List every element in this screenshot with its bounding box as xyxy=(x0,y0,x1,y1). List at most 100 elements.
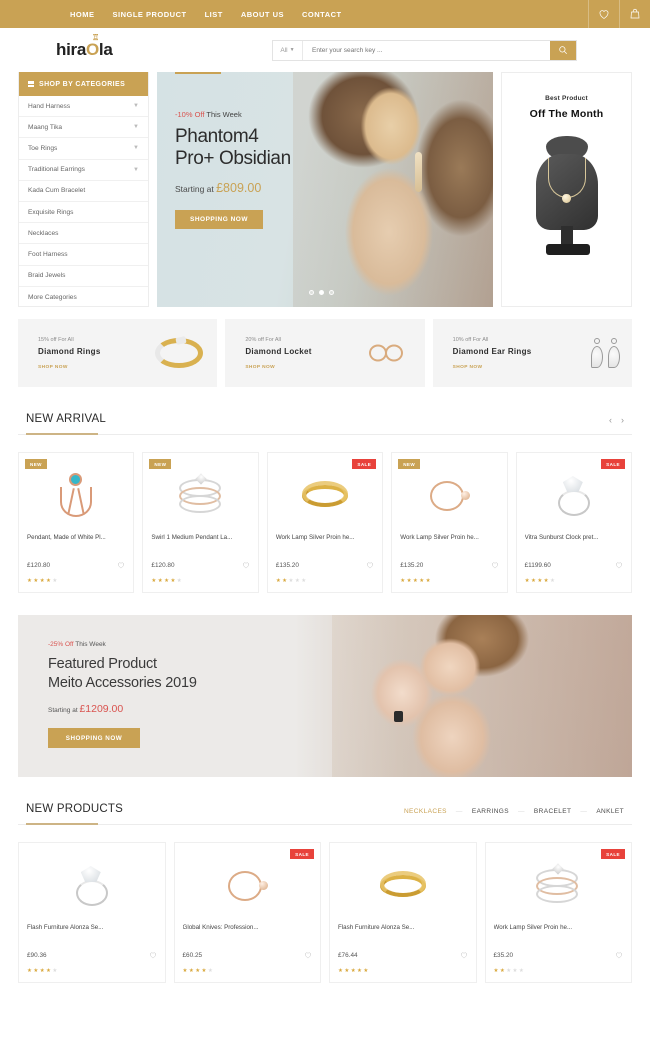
rating-star: ★ xyxy=(363,968,369,974)
product-name[interactable]: Vitra Sunburst Clock pret... xyxy=(525,533,623,551)
tab-earrings[interactable]: EARRINGS xyxy=(472,808,509,815)
product-image[interactable] xyxy=(19,849,165,923)
chevron-down-icon: ▼ xyxy=(133,145,139,152)
nav-item-contact[interactable]: CONTACT xyxy=(302,10,342,19)
nav-item-about-us[interactable]: ABOUT US xyxy=(241,10,284,19)
product-card[interactable]: NEW Work Lamp Silver Proin he... £135.20… xyxy=(391,452,508,593)
nav-item-single-product[interactable]: SINGLE PRODUCT xyxy=(113,10,187,19)
search-category-select[interactable]: All ▼ xyxy=(273,40,303,60)
tab-necklaces[interactable]: NECKLACES xyxy=(404,808,447,815)
add-to-wishlist-icon[interactable] xyxy=(149,946,157,964)
product-image[interactable] xyxy=(175,849,321,923)
product-name[interactable]: Work Lamp Silver Proin he... xyxy=(276,533,374,551)
rating-star: ★ xyxy=(518,968,525,974)
next-arrow-icon[interactable]: › xyxy=(621,415,624,425)
sidebar-item-more-categories[interactable]: More Categories xyxy=(19,287,148,308)
title-underline xyxy=(26,433,98,435)
product-name[interactable]: Global Knives: Profession... xyxy=(183,923,313,941)
sidebar-item-hand-harness[interactable]: Hand Harness ▼ xyxy=(19,96,148,118)
product-name[interactable]: Flash Furniture Alonza Se... xyxy=(27,923,157,941)
featured-product-banner[interactable]: -25% Off This Week Featured Product Meit… xyxy=(18,615,632,777)
prev-arrow-icon[interactable]: ‹ xyxy=(609,415,612,425)
featured-title-line1: Featured Product xyxy=(48,656,157,672)
hero-shop-button[interactable]: SHOPPING NOW xyxy=(175,210,263,229)
promo-shop-now-link[interactable]: SHOP NOW xyxy=(453,365,532,370)
add-to-wishlist-icon[interactable] xyxy=(117,556,125,574)
wishlist-heart-icon[interactable] xyxy=(588,0,619,28)
product-image[interactable] xyxy=(517,459,631,533)
promo-shop-now-link[interactable]: SHOP NOW xyxy=(245,365,311,370)
search-button[interactable] xyxy=(550,40,576,60)
hero-kicker: -10% Off This Week xyxy=(175,110,291,119)
rating-star: ★ xyxy=(357,968,363,974)
nav-item-home[interactable]: HOME xyxy=(70,10,95,19)
add-to-wishlist-icon[interactable] xyxy=(615,946,623,964)
rose-gold-ring-product-image xyxy=(226,869,269,903)
sidebar-item-kada-cum-bracelet[interactable]: Kada Cum Bracelet xyxy=(19,181,148,202)
product-image[interactable] xyxy=(330,849,476,923)
product-card[interactable]: SALE Work Lamp Silver Proin he... £35.20… xyxy=(484,842,632,983)
add-to-wishlist-icon[interactable] xyxy=(460,946,468,964)
product-card[interactable]: NEW Swirl 1 Medium Pendant La... £120.80… xyxy=(142,452,259,593)
sidebar-item-exquisite-rings[interactable]: Exquisite Rings xyxy=(19,202,148,224)
add-to-wishlist-icon[interactable] xyxy=(491,556,499,574)
product-image[interactable] xyxy=(19,459,133,533)
shopping-bag-icon[interactable] xyxy=(619,0,650,28)
promo-title: Diamond Locket xyxy=(245,346,312,356)
carousel-dot-2-active[interactable] xyxy=(319,290,324,295)
carousel-dots[interactable] xyxy=(309,290,334,295)
sidebar-header[interactable]: SHOP BY CATEGORIES xyxy=(19,72,148,96)
search-input[interactable] xyxy=(303,40,550,60)
product-card[interactable]: Flash Furniture Alonza Se... £76.44 ★ ★ ★ ★… xyxy=(329,842,477,983)
sidebar-item-braid-jewels[interactable]: Braid Jewels xyxy=(19,266,148,287)
carousel-dot-1[interactable] xyxy=(309,290,314,295)
rating-star: ★ xyxy=(275,578,282,584)
product-image[interactable] xyxy=(268,459,382,533)
product-badge-new: NEW xyxy=(25,459,47,469)
product-name[interactable]: Work Lamp Silver Proin he... xyxy=(494,923,624,941)
featured-shop-button[interactable]: SHOPPING NOW xyxy=(48,728,140,748)
tab-anklet[interactable]: ANKLET xyxy=(596,808,624,815)
promo-banner[interactable]: 10% off For All Diamond Ear Rings SHOP N… xyxy=(432,319,632,387)
rating-star: ★ xyxy=(512,968,518,974)
add-to-wishlist-icon[interactable] xyxy=(304,946,312,964)
product-card[interactable]: SALE Vitra Sunburst Clock pret... £1199.… xyxy=(515,452,633,593)
rating-star: ★ xyxy=(157,578,164,584)
product-name[interactable]: Pendant, Made of White Pl... xyxy=(27,533,125,551)
sidebar-item-maang-tika[interactable]: Maang Tika ▼ xyxy=(19,117,148,139)
promo-shop-now-link[interactable]: SHOP NOW xyxy=(38,365,101,370)
tab-bracelet[interactable]: BRACELET xyxy=(534,808,572,815)
sidebar-item-toe-rings[interactable]: Toe Rings ▼ xyxy=(19,138,148,160)
promo-banner[interactable]: 20% off For All Diamond Locket SHOP NOW xyxy=(225,319,425,387)
site-logo[interactable]: ♖ hiraOla xyxy=(56,33,113,60)
add-to-wishlist-icon[interactable] xyxy=(242,556,250,574)
sidebar-item-foot-harness[interactable]: Foot Harness xyxy=(19,244,148,266)
promo-banner[interactable]: 15% off For All Diamond Rings SHOP NOW xyxy=(18,319,218,387)
sidebar-item-necklaces[interactable]: Necklaces xyxy=(19,223,148,245)
rating-star: ★ xyxy=(39,968,46,974)
product-image[interactable] xyxy=(143,459,257,533)
product-card[interactable]: SALE Global Knives: Profession... £60.25… xyxy=(173,842,321,983)
add-to-wishlist-icon[interactable] xyxy=(615,556,623,574)
product-card[interactable]: SALE Work Lamp Silver Proin he... £135.2… xyxy=(266,452,384,593)
hero-carousel[interactable]: -10% Off This Week Phantom4 Pro+ Obsidia… xyxy=(157,72,493,307)
search-category-label: All xyxy=(280,46,288,54)
product-name[interactable]: Swirl 1 Medium Pendant La... xyxy=(151,533,249,551)
carousel-dot-3[interactable] xyxy=(329,290,334,295)
rating-star: ★ xyxy=(207,968,214,974)
featured-kicker: -25% Off This Week xyxy=(48,641,197,648)
hero-title-line2: Pro+ Obsidian xyxy=(175,148,291,169)
product-name[interactable]: Work Lamp Silver Proin he... xyxy=(400,533,498,551)
product-image[interactable] xyxy=(392,459,506,533)
sidebar-item-traditional-earrings[interactable]: Traditional Earrings ▼ xyxy=(19,160,148,181)
product-name[interactable]: Flash Furniture Alonza Se... xyxy=(338,923,468,941)
hero-model-image xyxy=(293,72,493,307)
product-card[interactable]: Flash Furniture Alonza Se... £90.36 ★ ★ ★ ★… xyxy=(18,842,166,983)
product-rating: ★ ★ ★ ★ ★ xyxy=(494,968,624,974)
chevron-down-icon: ▼ xyxy=(289,47,295,53)
nav-item-list[interactable]: LIST xyxy=(205,10,223,19)
add-to-wishlist-icon[interactable] xyxy=(366,556,374,574)
product-image[interactable] xyxy=(486,849,632,923)
rating-star: ★ xyxy=(499,968,506,974)
product-card[interactable]: NEW Pendant, Made of White Pl... £120.80… xyxy=(18,452,135,593)
